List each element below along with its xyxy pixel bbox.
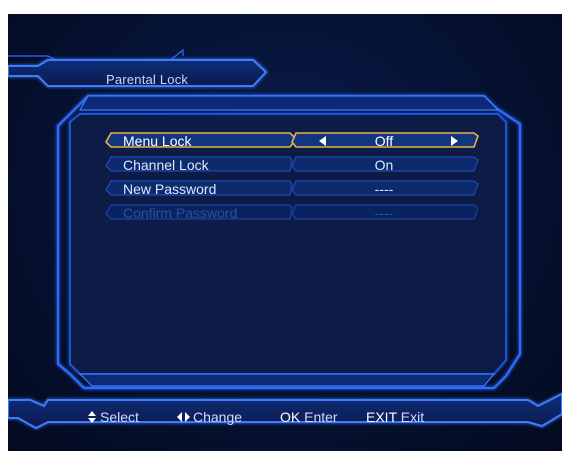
confirm-password-value: ---- bbox=[374, 205, 394, 221]
change-hint-label: Change bbox=[193, 409, 243, 425]
footer-exit-hint: EXIT Exit bbox=[366, 409, 424, 425]
right-arrow-icon[interactable] bbox=[451, 136, 458, 146]
menu-lock-label: Menu Lock bbox=[123, 133, 192, 149]
inner-panel bbox=[69, 113, 507, 375]
exit-key: EXIT bbox=[366, 409, 397, 425]
channel-lock-label: Channel Lock bbox=[123, 157, 209, 173]
select-hint-label: Select bbox=[100, 409, 139, 425]
new-password-label: New Password bbox=[123, 181, 217, 197]
page-title: Parental Lock bbox=[106, 72, 189, 87]
footer-enter-hint: OK Enter bbox=[280, 409, 338, 425]
confirm-password-row: Confirm Password ---- bbox=[106, 204, 476, 224]
up-down-arrows-icon bbox=[88, 411, 97, 423]
confirm-password-label: Confirm Password bbox=[123, 205, 238, 221]
new-password-row[interactable]: New Password ---- bbox=[106, 180, 476, 200]
channel-lock-row[interactable]: Channel Lock On bbox=[106, 156, 476, 176]
ok-key: OK bbox=[280, 409, 301, 425]
menu-lock-row[interactable]: Menu Lock Off bbox=[106, 132, 476, 152]
new-password-value: ---- bbox=[374, 181, 394, 197]
frame-graphics bbox=[8, 48, 562, 430]
left-right-arrows-icon bbox=[177, 412, 190, 422]
exit-hint-label: Exit bbox=[400, 409, 425, 425]
enter-hint-label: Enter bbox=[304, 409, 338, 425]
tv-screen: Parental Lock Menu Lock Off Channel Lock… bbox=[8, 14, 562, 451]
footer-select-hint: Select bbox=[88, 409, 139, 425]
footer-change-hint: Change bbox=[177, 409, 242, 425]
channel-lock-value: On bbox=[374, 157, 394, 173]
menu-lock-value: Off bbox=[374, 133, 394, 149]
